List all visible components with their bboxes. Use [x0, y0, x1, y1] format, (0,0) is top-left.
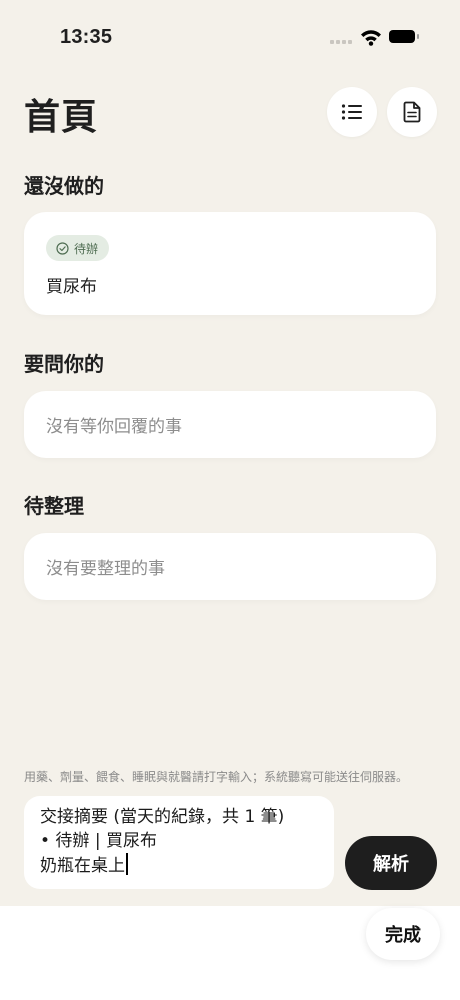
privacy-hint: 用藥、劑量、餵食、睡眠與就醫請打字輸入；系統聽寫可能送往伺服器。	[24, 770, 409, 784]
handoff-text-input[interactable]: 交接摘要 (當天的紀錄，共 1 筆) • 待辦 | 買尿布 奶瓶在桌上	[24, 796, 334, 889]
badge-label: 待辦	[74, 241, 99, 256]
section-heading-todo: 還沒做的	[24, 174, 104, 198]
document-icon	[403, 101, 421, 123]
input-line-1: 交接摘要 (當天的紀錄，共 1 筆)	[40, 807, 285, 827]
status-bar: 13:35	[0, 0, 460, 70]
parse-button[interactable]: 解析	[345, 836, 437, 890]
wifi-icon	[361, 30, 381, 46]
done-button[interactable]: 完成	[366, 908, 440, 960]
todo-item-text: 買尿布	[46, 277, 97, 297]
section-heading-to-organize: 待整理	[24, 494, 84, 518]
list-button[interactable]	[327, 87, 377, 137]
input-line-2: • 待辦 | 買尿布	[40, 831, 157, 851]
to-organize-card: 沒有要整理的事	[24, 533, 436, 600]
questions-empty-text: 沒有等你回覆的事	[46, 417, 182, 437]
status-time: 13:35	[60, 26, 113, 48]
text-caret	[126, 853, 128, 875]
section-heading-questions: 要問你的	[24, 352, 104, 376]
input-line-3: 奶瓶在桌上	[40, 856, 125, 876]
todo-card[interactable]: 待辦 買尿布	[24, 212, 436, 315]
document-button[interactable]	[387, 87, 437, 137]
list-icon	[341, 104, 362, 120]
to-organize-empty-text: 沒有要整理的事	[46, 559, 165, 579]
page-title: 首頁	[24, 97, 99, 138]
status-badge: 待辦	[46, 235, 110, 261]
check-circle-icon	[56, 241, 69, 255]
questions-card: 沒有等你回覆的事	[24, 391, 436, 458]
battery-icon	[389, 30, 419, 43]
cellular-signal-icon	[330, 40, 352, 44]
